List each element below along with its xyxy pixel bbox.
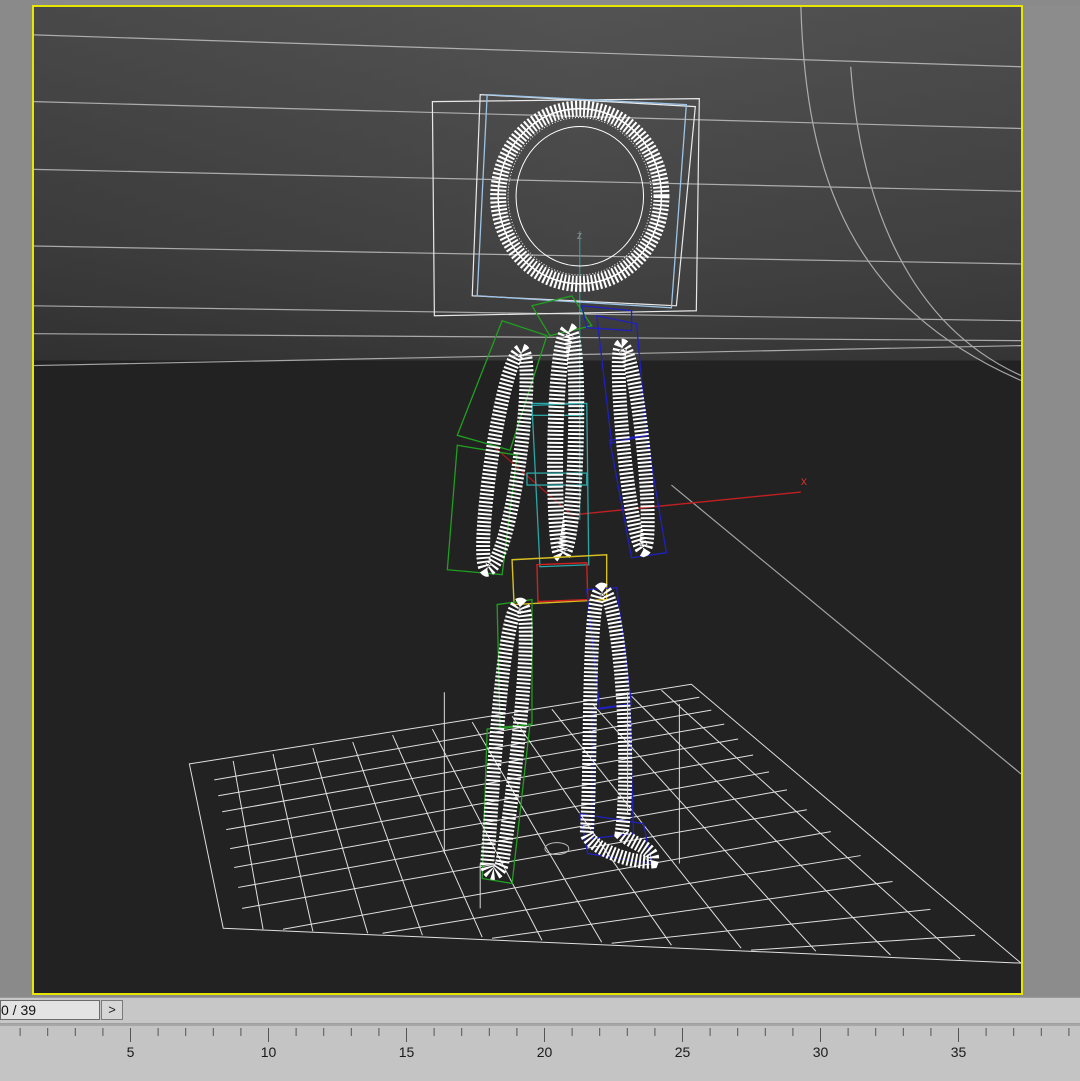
perspective-viewport[interactable]: x z bbox=[32, 5, 1023, 995]
command-panel-strip bbox=[1023, 5, 1080, 997]
tick-label-35: 35 bbox=[951, 1044, 967, 1060]
tick-label-5: 5 bbox=[127, 1044, 135, 1060]
x-axis-label: x bbox=[801, 474, 807, 488]
time-slider[interactable]: 0 / 39 bbox=[0, 1000, 100, 1020]
next-frame-button[interactable]: > bbox=[101, 1000, 123, 1020]
backdrop-floor bbox=[34, 360, 1021, 993]
tick-label-25: 25 bbox=[675, 1044, 691, 1060]
time-slider-bar: 0 / 39 > bbox=[0, 997, 1080, 1024]
frame-counter: 0 / 39 bbox=[1, 1002, 37, 1018]
tick-label-10: 10 bbox=[261, 1044, 277, 1060]
track-bar[interactable]: 5 10 15 20 25 30 35 bbox=[0, 1023, 1080, 1081]
track-bar-ruler: 5 10 15 20 25 30 35 bbox=[0, 1024, 1080, 1060]
tick-label-15: 15 bbox=[399, 1044, 415, 1060]
tick-label-30: 30 bbox=[813, 1044, 829, 1060]
scene-canvas: x z bbox=[34, 7, 1021, 993]
tick-label-20: 20 bbox=[537, 1044, 553, 1060]
z-axis-label: z bbox=[577, 230, 582, 242]
